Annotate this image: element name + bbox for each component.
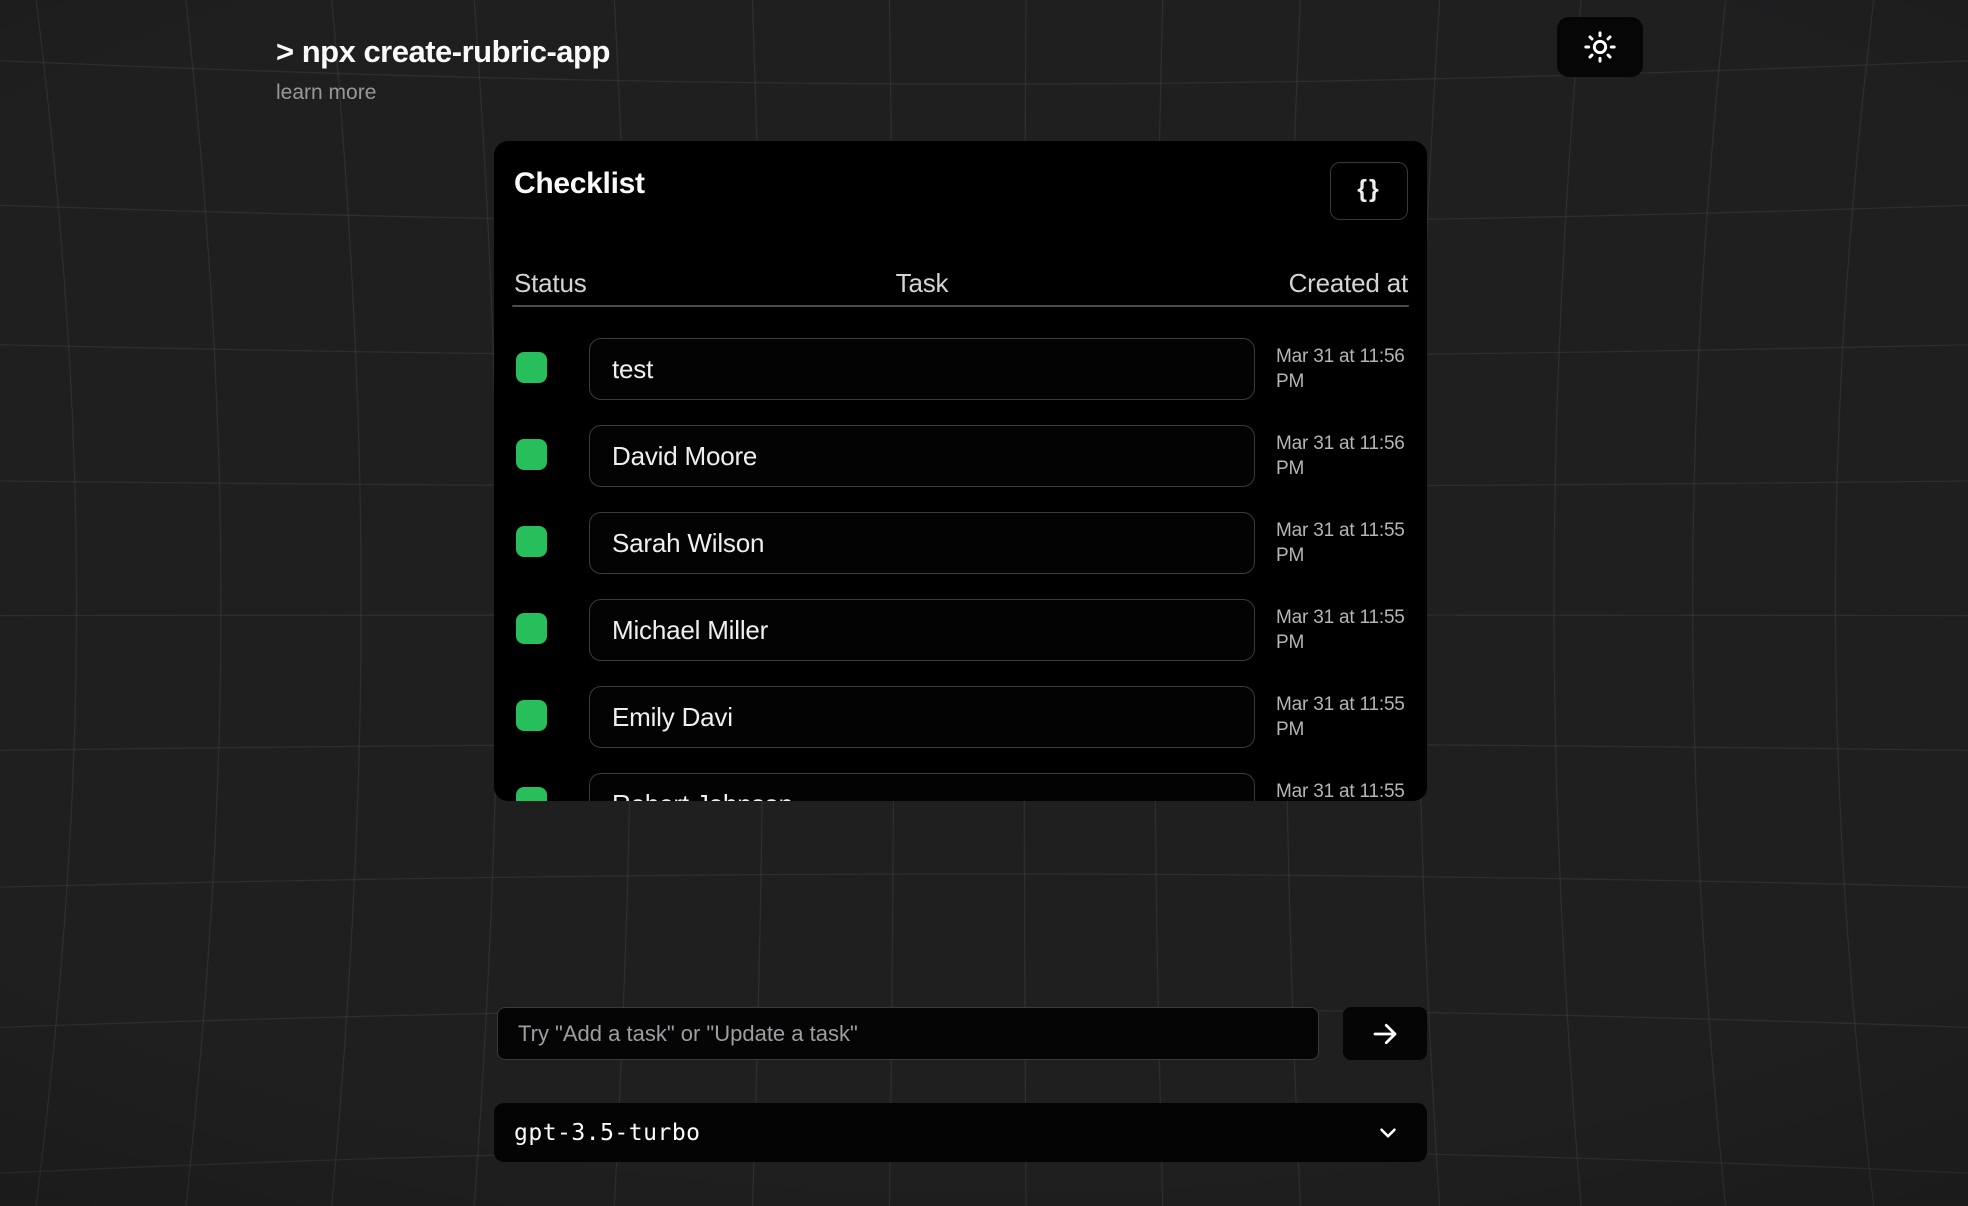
task-row: Michael Miller Mar 31 at 11:55 PM bbox=[494, 599, 1427, 661]
braces-icon: {} bbox=[1357, 175, 1380, 204]
checklist-panel: Checklist {} Status Task Created at test… bbox=[494, 141, 1427, 801]
sun-icon bbox=[1583, 30, 1617, 64]
chevron-down-icon bbox=[1375, 1120, 1401, 1146]
task-row: Sarah Wilson Mar 31 at 11:55 PM bbox=[494, 512, 1427, 574]
model-value: gpt-3.5-turbo bbox=[514, 1120, 701, 1146]
task-text: test bbox=[590, 339, 1254, 399]
task-text: Robert Johnson bbox=[590, 774, 1254, 801]
status-checkbox[interactable] bbox=[516, 352, 547, 383]
task-input[interactable]: Emily Davi bbox=[589, 686, 1255, 748]
created-at: Mar 31 at 11:55 PM bbox=[1276, 518, 1418, 568]
page-title: > npx create-rubric-app bbox=[276, 34, 610, 70]
created-at: Mar 31 at 11:56 PM bbox=[1276, 344, 1418, 394]
column-header-task: Task bbox=[589, 268, 1255, 299]
status-checkbox[interactable] bbox=[516, 700, 547, 731]
created-at: Mar 31 at 11:55 PM bbox=[1276, 605, 1418, 655]
created-at: Mar 31 at 11:55 PM bbox=[1276, 779, 1418, 801]
created-at: Mar 31 at 11:55 PM bbox=[1276, 692, 1418, 742]
task-input[interactable]: test bbox=[589, 338, 1255, 400]
task-input[interactable]: Robert Johnson bbox=[589, 773, 1255, 801]
task-text: Emily Davi bbox=[590, 687, 1254, 747]
column-header-created: Created at bbox=[1289, 268, 1408, 299]
status-checkbox[interactable] bbox=[516, 526, 547, 557]
header-divider bbox=[512, 305, 1409, 307]
task-row: Emily Davi Mar 31 at 11:55 PM bbox=[494, 686, 1427, 748]
task-input[interactable]: David Moore bbox=[589, 425, 1255, 487]
task-input[interactable]: Michael Miller bbox=[589, 599, 1255, 661]
task-row: Robert Johnson Mar 31 at 11:55 PM bbox=[494, 773, 1427, 801]
code-view-button[interactable]: {} bbox=[1330, 162, 1408, 220]
status-checkbox[interactable] bbox=[516, 613, 547, 644]
status-checkbox[interactable] bbox=[516, 439, 547, 470]
submit-button[interactable] bbox=[1343, 1007, 1427, 1060]
status-checkbox[interactable] bbox=[516, 787, 547, 801]
column-header-status: Status bbox=[514, 268, 587, 299]
task-command-input[interactable] bbox=[497, 1007, 1319, 1060]
task-row: David Moore Mar 31 at 11:56 PM bbox=[494, 425, 1427, 487]
page-header: > npx create-rubric-app learn more bbox=[276, 34, 610, 105]
checklist-title: Checklist bbox=[514, 167, 645, 201]
arrow-right-icon bbox=[1370, 1019, 1400, 1049]
task-text: Sarah Wilson bbox=[590, 513, 1254, 573]
task-input[interactable]: Sarah Wilson bbox=[589, 512, 1255, 574]
app-background: > npx create-rubric-app learn more Check… bbox=[0, 0, 1968, 1206]
task-text: David Moore bbox=[590, 426, 1254, 486]
task-row: test Mar 31 at 11:56 PM bbox=[494, 338, 1427, 400]
learn-more-link[interactable]: learn more bbox=[276, 81, 376, 105]
theme-toggle-button[interactable] bbox=[1557, 17, 1643, 77]
model-select[interactable]: gpt-3.5-turbo bbox=[494, 1103, 1427, 1162]
task-list: test Mar 31 at 11:56 PM David Moore Mar … bbox=[494, 338, 1427, 801]
task-text: Michael Miller bbox=[590, 600, 1254, 660]
created-at: Mar 31 at 11:56 PM bbox=[1276, 431, 1418, 481]
